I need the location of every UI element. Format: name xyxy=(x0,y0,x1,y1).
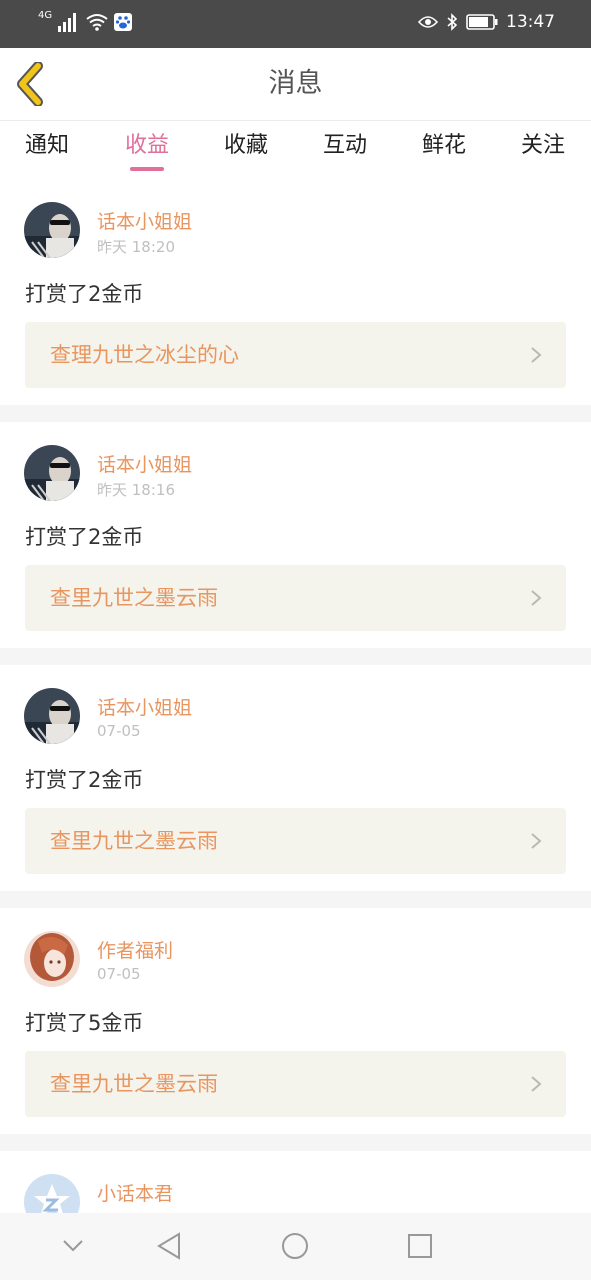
avatar[interactable] xyxy=(24,931,80,987)
work-link[interactable]: 查理九世之冰尘的心 xyxy=(25,322,566,388)
tab-label: 通知 xyxy=(24,133,69,158)
chevron-right-icon xyxy=(531,833,542,849)
tab-label: 关注 xyxy=(520,133,565,158)
active-tab-indicator xyxy=(130,167,164,171)
chevron-right-icon xyxy=(531,590,542,606)
avatar[interactable] xyxy=(24,445,80,501)
work-title: 查理九世之冰尘的心 xyxy=(50,343,239,367)
message-text: 打赏了2金币 xyxy=(25,768,144,792)
tab-bar: 通知 收益 收藏 互动 鲜花 关注 xyxy=(0,121,591,179)
header: 消息 xyxy=(0,48,591,121)
message-card: 话本小姐姐 昨天 18:20 打赏了2金币 查理九世之冰尘的心 xyxy=(0,179,591,405)
chevron-right-icon xyxy=(531,1076,542,1092)
work-link[interactable]: 查里九世之墨云雨 xyxy=(25,1051,566,1117)
work-link[interactable]: 查里九世之墨云雨 xyxy=(25,808,566,874)
collapse-chevron-icon[interactable] xyxy=(62,1239,84,1253)
message-time: 07-05 xyxy=(97,965,141,983)
message-text: 打赏了2金币 xyxy=(25,525,144,549)
status-bar: 4G 13:47 xyxy=(0,0,591,48)
message-time: 07-05 xyxy=(97,722,141,740)
page-title: 消息 xyxy=(268,68,323,99)
message-card: 话本小姐姐 07-05 打赏了2金币 查里九世之墨云雨 xyxy=(0,665,591,891)
message-text: 打赏了2金币 xyxy=(25,282,144,306)
bluetooth-icon xyxy=(447,13,458,31)
photo-avatar-icon xyxy=(24,688,80,744)
anime-avatar-icon xyxy=(24,931,80,987)
message-card: 作者福利 07-05 打赏了5金币 查里九世之墨云雨 xyxy=(0,908,591,1134)
tab-favorites[interactable]: 收藏 xyxy=(206,121,286,179)
back-triangle-icon[interactable] xyxy=(156,1232,182,1260)
sender-name[interactable]: 作者福利 xyxy=(97,936,173,963)
work-title: 查里九世之墨云雨 xyxy=(50,1072,218,1096)
recents-square-icon[interactable] xyxy=(407,1233,433,1259)
message-card: 话本小姐姐 昨天 18:16 打赏了2金币 查里九世之墨云雨 xyxy=(0,422,591,648)
sender-name[interactable]: 话本小姐姐 xyxy=(97,450,192,477)
home-circle-icon[interactable] xyxy=(281,1232,309,1260)
sender-name[interactable]: 话本小姐姐 xyxy=(97,207,192,234)
tab-label: 收藏 xyxy=(223,133,268,158)
message-time: 昨天 18:20 xyxy=(97,238,175,256)
network-type: 4G xyxy=(38,10,53,21)
tab-label: 互动 xyxy=(322,133,367,158)
clock: 13:47 xyxy=(506,12,555,32)
battery-icon xyxy=(466,14,498,30)
tab-label: 鲜花 xyxy=(421,133,466,158)
work-title: 查里九世之墨云雨 xyxy=(50,586,218,610)
tab-earnings[interactable]: 收益 xyxy=(107,121,187,179)
work-link[interactable]: 查里九世之墨云雨 xyxy=(25,565,566,631)
tab-interactions[interactable]: 互动 xyxy=(305,121,385,179)
work-title: 查里九世之墨云雨 xyxy=(50,829,218,853)
photo-avatar-icon xyxy=(24,202,80,258)
sender-name[interactable]: 小话本君 xyxy=(97,1179,173,1206)
avatar[interactable] xyxy=(24,688,80,744)
tab-flowers[interactable]: 鲜花 xyxy=(404,121,484,179)
avatar[interactable] xyxy=(24,202,80,258)
tab-notifications[interactable]: 通知 xyxy=(7,121,87,179)
eye-icon xyxy=(418,16,438,28)
tab-follows[interactable]: 关注 xyxy=(503,121,583,179)
wifi-icon xyxy=(86,14,108,31)
sender-name[interactable]: 话本小姐姐 xyxy=(97,693,192,720)
message-time: 昨天 18:16 xyxy=(97,481,175,499)
photo-avatar-icon xyxy=(24,445,80,501)
system-nav-bar xyxy=(0,1213,591,1280)
signal-icon xyxy=(58,13,77,32)
chevron-right-icon xyxy=(531,347,542,363)
message-text: 打赏了5金币 xyxy=(25,1011,144,1035)
baidu-paw-icon xyxy=(114,13,133,31)
tab-label: 收益 xyxy=(124,133,169,158)
